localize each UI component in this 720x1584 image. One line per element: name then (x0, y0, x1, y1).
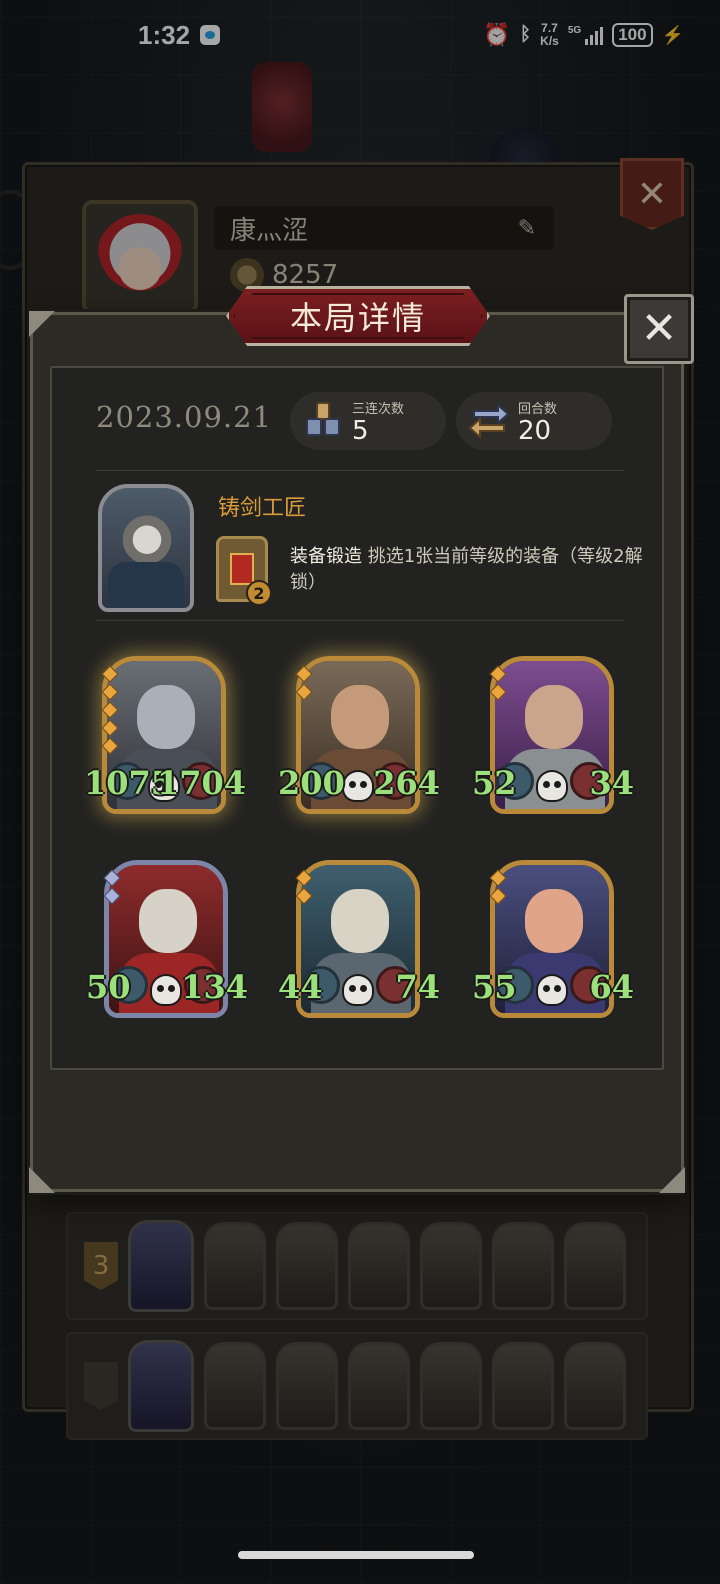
triple-count-stat: 三连次数 5 (290, 392, 446, 450)
unit-health-value: 74 (395, 968, 440, 1006)
unit-attack-value: 55 (472, 968, 517, 1006)
unit-health-value: 264 (373, 764, 440, 802)
hero-coat (108, 562, 184, 608)
unit-health-value: 1704 (156, 764, 246, 802)
star-icon (295, 887, 313, 905)
skull-icon (344, 976, 372, 1004)
dialog-title-banner: 本局详情 (226, 286, 490, 346)
divider (96, 470, 624, 471)
star-icon (103, 869, 121, 887)
round-count-label: 回合数 (518, 401, 558, 417)
unit-level-stars (101, 665, 119, 755)
unit-card-bald-brute[interactable]: 200 264 (278, 656, 440, 814)
star-icon (101, 701, 119, 719)
unit-face (331, 685, 389, 749)
divider (96, 620, 624, 621)
dialog-close-button[interactable]: ✕ (624, 294, 694, 364)
hero-name: 铸剑工匠 (218, 496, 307, 521)
star-icon (103, 887, 121, 905)
unit-level-stars (295, 665, 313, 701)
skill-level-badge: 2 (246, 580, 272, 606)
star-icon (101, 719, 119, 737)
star-icon (295, 869, 313, 887)
unit-health-value: 64 (589, 968, 634, 1006)
unit-level-stars (489, 665, 507, 701)
frame-corner (29, 311, 55, 337)
skill-description: 装备锻造 挑选1张当前等级的装备（等级2解锁） (290, 544, 650, 596)
skull-icon (152, 976, 180, 1004)
hero-portrait[interactable] (98, 484, 194, 612)
unit-level-stars (103, 869, 121, 905)
unit-face (525, 889, 583, 953)
skill-name: 装备锻造 (290, 546, 362, 567)
star-icon (101, 737, 119, 755)
skull-icon (538, 772, 566, 800)
triple-count-label: 三连次数 (352, 401, 405, 417)
unit-attack-value: 52 (472, 764, 517, 802)
star-icon (101, 665, 119, 683)
close-icon: ✕ (640, 303, 678, 354)
unit-health-value: 34 (589, 764, 634, 802)
unit-card-armored-knight[interactable]: 1075 1704 (84, 656, 246, 814)
star-icon (489, 869, 507, 887)
unit-level-stars (489, 869, 507, 905)
skull-icon (538, 976, 566, 1004)
hero-face (120, 510, 174, 564)
unit-face (331, 889, 389, 953)
unit-card-bearded-warrior[interactable]: 52 34 (472, 656, 634, 814)
triple-count-value: 5 (352, 415, 369, 446)
unit-face (139, 889, 197, 953)
unit-attack-value: 50 (86, 968, 131, 1006)
star-icon (489, 665, 507, 683)
star-icon (295, 665, 313, 683)
game-date: 2023.09.21 (96, 400, 273, 434)
star-icon (101, 683, 119, 701)
frame-corner (659, 1167, 685, 1193)
unit-face (137, 685, 195, 749)
unit-card-purple-soldier[interactable]: 55 64 (472, 860, 634, 1018)
home-indicator[interactable] (238, 1551, 474, 1559)
unit-face (525, 685, 583, 749)
triple-cards-icon (300, 398, 346, 444)
frame-corner (29, 1167, 55, 1193)
unit-attack-value: 44 (278, 968, 323, 1006)
star-icon (489, 887, 507, 905)
skull-icon (344, 772, 372, 800)
unit-health-value: 134 (181, 968, 248, 1006)
unit-card-red-helmet-warrior[interactable]: 50 134 (86, 860, 248, 1018)
round-count-stat: 回合数 20 (456, 392, 612, 450)
round-count-value: 20 (518, 415, 552, 446)
star-icon (489, 683, 507, 701)
unit-card-hooded-monk[interactable]: 44 74 (278, 860, 440, 1018)
unit-attack-value: 200 (278, 764, 345, 802)
rounds-cycle-icon (466, 398, 512, 444)
dialog-title: 本局详情 (289, 299, 426, 337)
star-icon (295, 683, 313, 701)
unit-level-stars (295, 869, 313, 905)
